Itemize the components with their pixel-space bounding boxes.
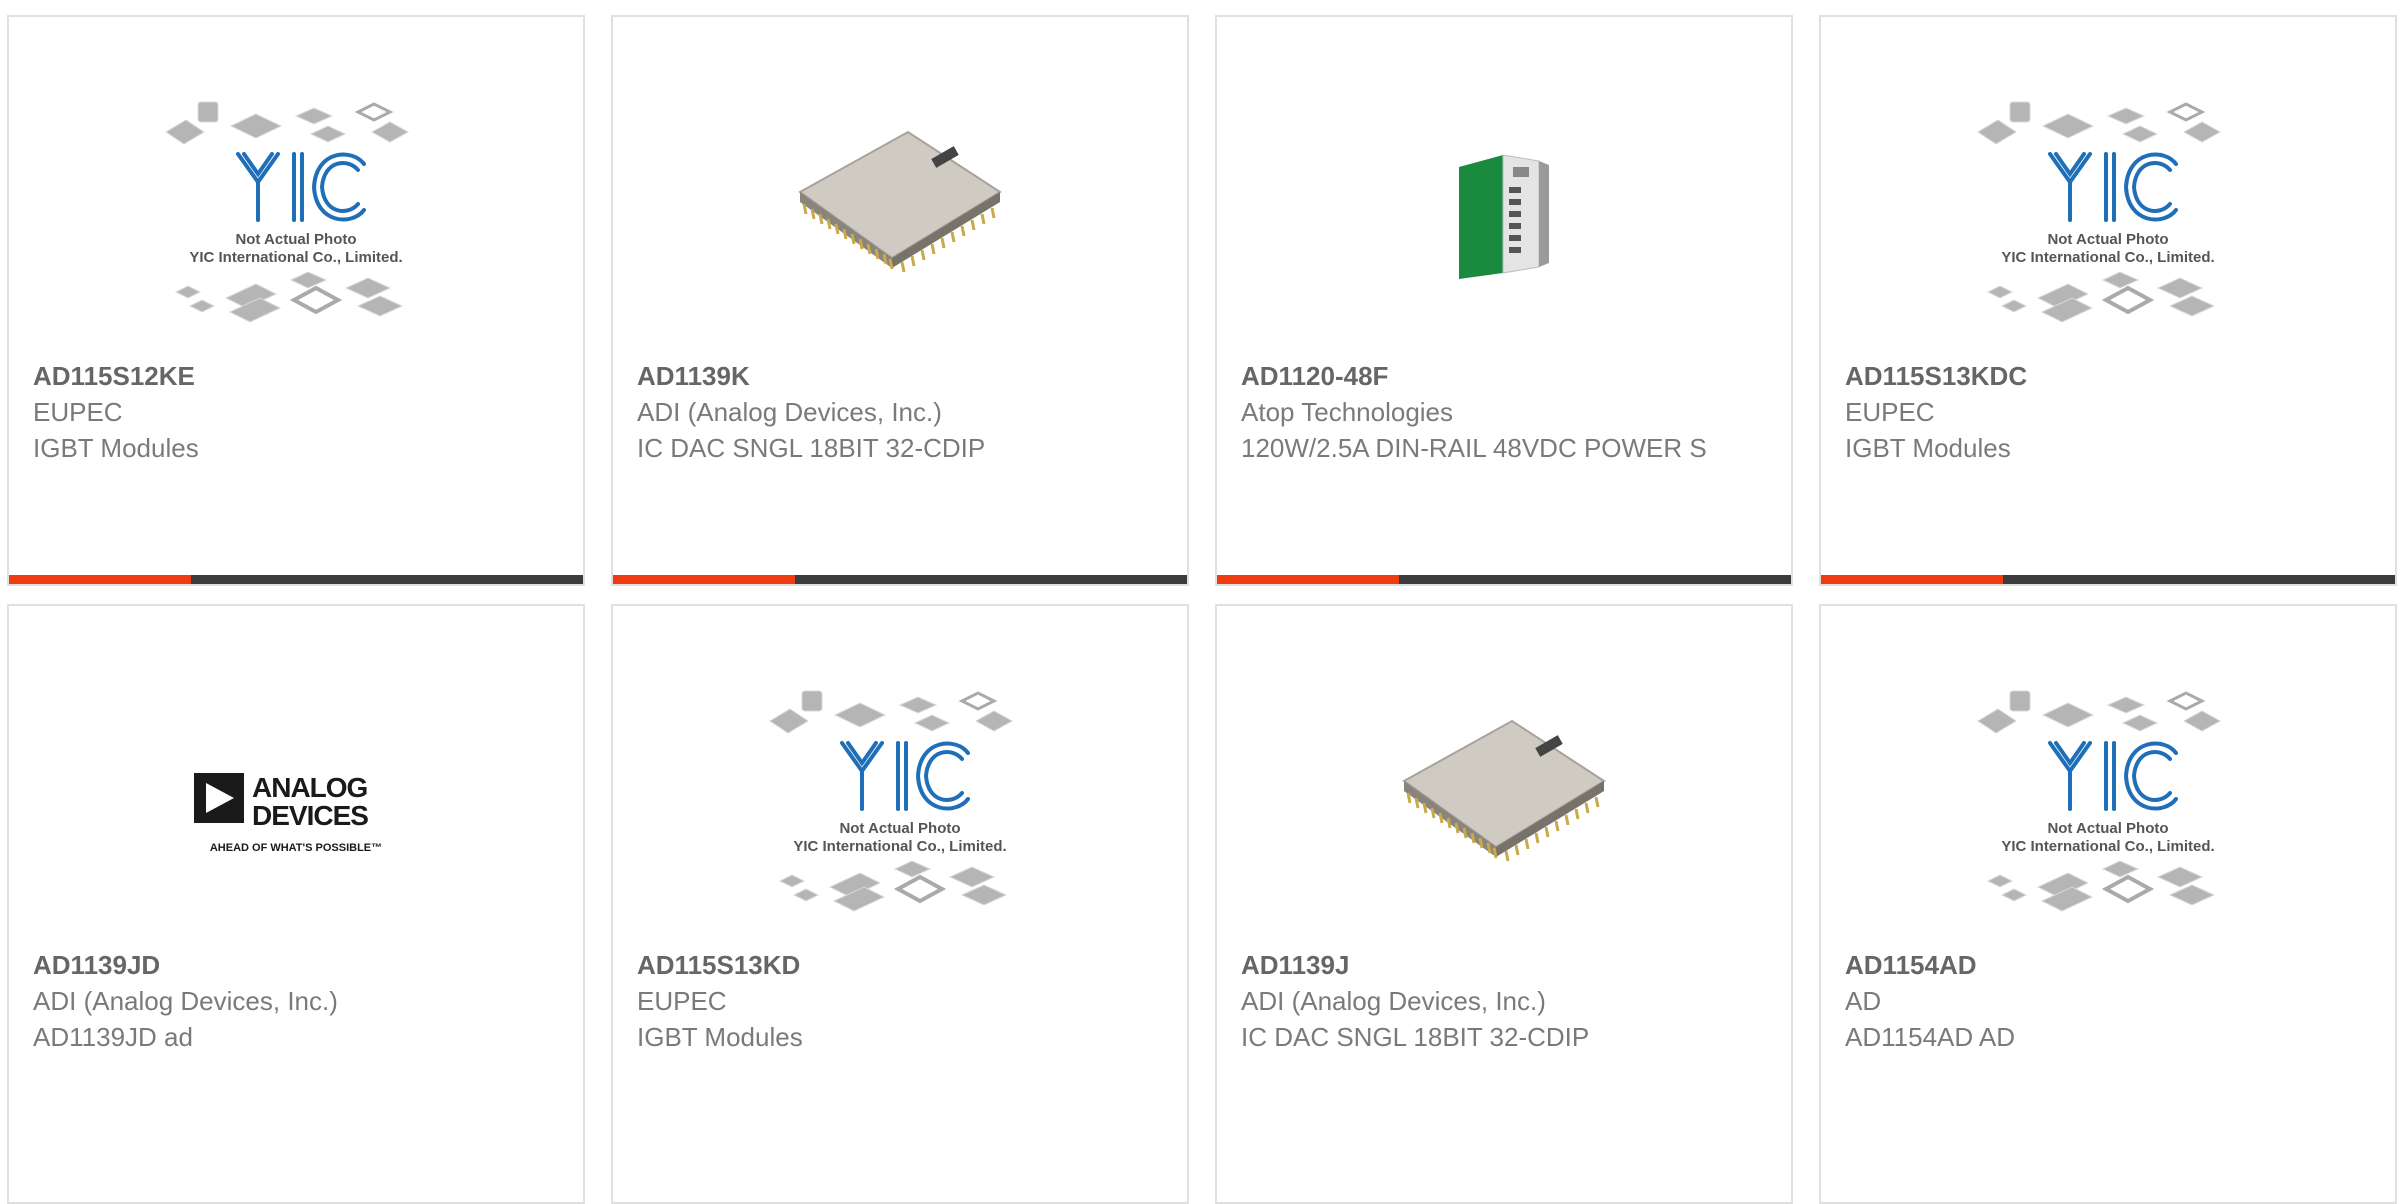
analog-devices-logo: ANALOG DEVICES AHEAD OF WHAT'S POSSIBLE™ bbox=[194, 772, 382, 854]
product-image[interactable]: Not Actual Photo YIC International Co., … bbox=[613, 656, 1187, 956]
manufacturer: EUPEC bbox=[637, 986, 727, 1016]
placeholder-line1: Not Actual Photo bbox=[235, 231, 356, 248]
placeholder-line2: YIC International Co., Limited. bbox=[2001, 249, 2214, 266]
product-card[interactable]: Not Actual Photo YIC International Co., … bbox=[1819, 15, 2397, 586]
description: AD1154AD AD bbox=[1845, 1022, 2016, 1052]
description: IC DAC SNGL 18BIT 32-CDIP bbox=[637, 433, 986, 463]
dip-chip-icon bbox=[1402, 719, 1606, 862]
product-image[interactable]: Not Actual Photo YIC International Co., … bbox=[9, 67, 583, 367]
product-card[interactable]: Not Actual Photo YIC International Co., … bbox=[611, 604, 1189, 1204]
manufacturer: EUPEC bbox=[33, 397, 123, 427]
description: 120W/2.5A DIN-RAIL 48VDC POWER S bbox=[1241, 433, 1707, 463]
part-number[interactable]: AD1139K bbox=[637, 358, 1167, 394]
card-footer-bar bbox=[1217, 575, 1791, 584]
part-number[interactable]: AD1139J bbox=[1241, 947, 1771, 983]
description: IGBT Modules bbox=[33, 433, 199, 463]
product-card[interactable]: Not Actual Photo YIC International Co., … bbox=[7, 15, 585, 586]
product-image[interactable] bbox=[613, 67, 1187, 367]
yic-placeholder-icon: Not Actual Photo YIC International Co., … bbox=[769, 690, 1014, 912]
product-card[interactable]: AD1139J ADI (Analog Devices, Inc.) IC DA… bbox=[1215, 604, 1793, 1204]
manufacturer: AD bbox=[1845, 986, 1882, 1016]
manufacturer: ADI (Analog Devices, Inc.) bbox=[1241, 986, 1546, 1016]
part-number[interactable]: AD1154AD bbox=[1845, 947, 2375, 983]
din-rail-power-supply-icon bbox=[1459, 154, 1549, 279]
card-footer-bar bbox=[1821, 575, 2395, 584]
logo-name2: DEVICES bbox=[252, 800, 368, 831]
part-number[interactable]: AD115S13KDC bbox=[1845, 358, 2375, 394]
dip-chip-icon bbox=[798, 130, 1002, 273]
part-number[interactable]: AD115S13KD bbox=[637, 947, 1167, 983]
part-number[interactable]: AD115S12KE bbox=[33, 358, 563, 394]
card-footer-bar bbox=[9, 575, 583, 584]
card-footer-accent bbox=[613, 575, 795, 584]
card-footer-accent bbox=[1821, 575, 2003, 584]
manufacturer: EUPEC bbox=[1845, 397, 1935, 427]
product-card[interactable]: AD1120-48F Atop Technologies 120W/2.5A D… bbox=[1215, 15, 1793, 586]
placeholder-line2: YIC International Co., Limited. bbox=[793, 838, 1006, 855]
product-image[interactable] bbox=[1217, 656, 1791, 956]
product-image[interactable]: Not Actual Photo YIC International Co., … bbox=[1821, 67, 2395, 367]
manufacturer: Atop Technologies bbox=[1241, 397, 1454, 427]
yic-placeholder-icon: Not Actual Photo YIC International Co., … bbox=[165, 101, 410, 323]
description: IC DAC SNGL 18BIT 32-CDIP bbox=[1241, 1022, 1590, 1052]
yic-placeholder-icon: Not Actual Photo YIC International Co., … bbox=[1977, 690, 2222, 912]
card-footer-accent bbox=[9, 575, 191, 584]
yic-placeholder-icon: Not Actual Photo YIC International Co., … bbox=[1977, 101, 2222, 323]
placeholder-line1: Not Actual Photo bbox=[839, 820, 960, 837]
product-card[interactable]: AD1139K ADI (Analog Devices, Inc.) IC DA… bbox=[611, 15, 1189, 586]
placeholder-line1: Not Actual Photo bbox=[2047, 231, 2168, 248]
product-card[interactable]: ANALOG DEVICES AHEAD OF WHAT'S POSSIBLE™… bbox=[7, 604, 585, 1204]
manufacturer: ADI (Analog Devices, Inc.) bbox=[33, 986, 338, 1016]
card-footer-bar bbox=[613, 575, 1187, 584]
card-footer-accent bbox=[1217, 575, 1399, 584]
logo-tagline: AHEAD OF WHAT'S POSSIBLE™ bbox=[210, 842, 382, 854]
placeholder-line2: YIC International Co., Limited. bbox=[2001, 838, 2214, 855]
product-card[interactable]: Not Actual Photo YIC International Co., … bbox=[1819, 604, 2397, 1204]
description: IGBT Modules bbox=[637, 1022, 803, 1052]
part-number[interactable]: AD1139JD bbox=[33, 947, 563, 983]
description: AD1139JD ad bbox=[33, 1022, 193, 1052]
product-image[interactable] bbox=[1217, 67, 1791, 367]
description: IGBT Modules bbox=[1845, 433, 2011, 463]
part-number[interactable]: AD1120-48F bbox=[1241, 358, 1771, 394]
logo-name: ANALOG bbox=[252, 772, 368, 803]
placeholder-line1: Not Actual Photo bbox=[2047, 820, 2168, 837]
product-image[interactable]: Not Actual Photo YIC International Co., … bbox=[1821, 656, 2395, 956]
product-image[interactable]: ANALOG DEVICES AHEAD OF WHAT'S POSSIBLE™ bbox=[9, 656, 583, 956]
placeholder-line2: YIC International Co., Limited. bbox=[189, 249, 402, 266]
manufacturer: ADI (Analog Devices, Inc.) bbox=[637, 397, 942, 427]
